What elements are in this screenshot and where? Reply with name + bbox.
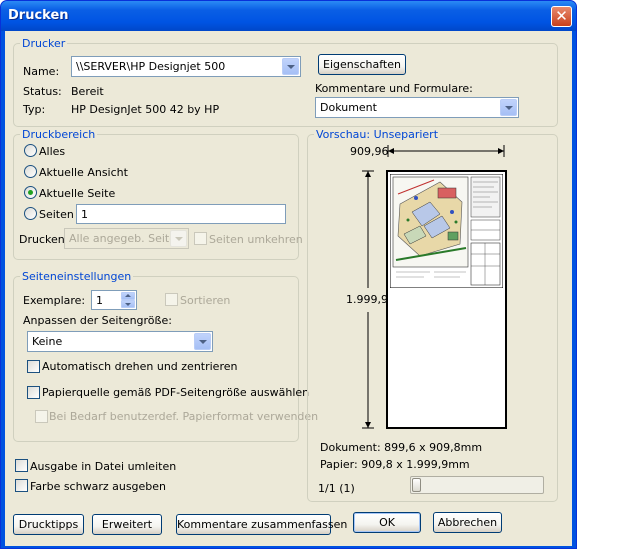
- print-subset-value: Alle angegeb. Seiten: [69, 232, 183, 245]
- print-subset-label: Drucken:: [19, 233, 69, 246]
- autorotate-label[interactable]: Automatisch drehen und zentrieren: [42, 360, 237, 373]
- ok-button[interactable]: OK: [353, 512, 421, 533]
- print-subset-select[interactable]: Alle angegeb. Seiten: [64, 228, 189, 249]
- print-dialog-window: Drucken ✕ Drucker Name: \\SERVER\HP Desi…: [0, 0, 577, 549]
- advanced-button[interactable]: Erweitert: [92, 514, 162, 535]
- print-black-checkbox[interactable]: [15, 479, 28, 492]
- status-label: Status:: [23, 85, 62, 98]
- chevron-down-icon[interactable]: [170, 230, 187, 247]
- pages-input[interactable]: 1: [76, 204, 286, 224]
- printer-name-value: \\SERVER\HP Designjet 500: [76, 60, 226, 73]
- radio-pages-label[interactable]: Seiten: [39, 208, 74, 221]
- page-setup-legend: Seiteneinstellungen: [20, 270, 134, 283]
- type-value: HP DesignJet 500 42 by HP: [71, 103, 220, 116]
- chevron-down-icon[interactable]: [282, 58, 299, 75]
- comments-forms-value: Dokument: [320, 101, 377, 114]
- preview-page: [386, 170, 507, 429]
- page-slider-thumb[interactable]: [412, 478, 421, 492]
- print-black-label[interactable]: Farbe schwarz ausgeben: [30, 480, 166, 493]
- paper-source-checkbox[interactable]: [27, 386, 40, 399]
- paper-size-text: Papier: 909,8 x 1.999,9mm: [320, 458, 470, 471]
- page-scaling-value: Keine: [32, 335, 63, 348]
- preview-width-dimension: [387, 145, 505, 157]
- copies-stepper[interactable]: 1: [91, 290, 137, 310]
- copies-label: Exemplare:: [23, 294, 86, 307]
- stepper-up-icon[interactable]: [121, 292, 135, 300]
- cancel-button[interactable]: Abbrechen: [433, 512, 502, 533]
- collate-label[interactable]: Sortieren: [180, 294, 230, 307]
- radio-current-view[interactable]: [24, 165, 37, 178]
- print-to-file-label[interactable]: Ausgabe in Datei umleiten: [30, 460, 176, 473]
- page-counter: 1/1 (1): [318, 482, 355, 495]
- comments-forms-label: Kommentare und Formulare:: [315, 82, 473, 95]
- summarize-comments-button[interactable]: Kommentare zusammenfassen: [176, 514, 347, 535]
- preview-plan-thumbnail: [390, 174, 503, 288]
- radio-current-page[interactable]: [24, 186, 37, 199]
- custom-paper-label[interactable]: Bei Bedarf benutzerdef. Papierformat ver…: [49, 410, 318, 423]
- document-size-text: Dokument: 899,6 x 909,8mm: [320, 441, 483, 454]
- dialog-client-area: Drucker Name: \\SERVER\HP Designjet 500 …: [5, 31, 572, 546]
- page-scaling-label: Anpassen der Seitengröße:: [23, 314, 172, 327]
- page-scaling-select[interactable]: Keine: [27, 331, 213, 352]
- reverse-pages-label[interactable]: Seiten umkehren: [209, 233, 303, 246]
- title-bar[interactable]: Drucken ✕: [1, 1, 576, 31]
- chevron-down-icon[interactable]: [194, 333, 211, 350]
- reverse-pages-checkbox[interactable]: [194, 232, 207, 245]
- preview-legend: Vorschau: Unsepariert: [314, 128, 441, 141]
- stepper-down-icon[interactable]: [121, 300, 135, 308]
- autorotate-checkbox[interactable]: [27, 360, 40, 373]
- printer-name-select[interactable]: \\SERVER\HP Designjet 500: [71, 56, 301, 77]
- radio-current-page-label[interactable]: Aktuelle Seite: [39, 187, 115, 200]
- window-title: Drucken: [8, 8, 69, 23]
- printer-name-label: Name:: [23, 65, 60, 78]
- paper-source-label[interactable]: Papierquelle gemäß PDF-Seitengröße auswä…: [42, 386, 309, 399]
- radio-all[interactable]: [24, 144, 37, 157]
- page-slider[interactable]: [410, 476, 544, 494]
- status-value: Bereit: [71, 85, 104, 98]
- copies-value: 1: [96, 294, 103, 307]
- comments-forms-select[interactable]: Dokument: [315, 97, 519, 118]
- radio-current-view-label[interactable]: Aktuelle Ansicht: [39, 166, 128, 179]
- print-to-file-checkbox[interactable]: [15, 459, 28, 472]
- custom-paper-checkbox[interactable]: [35, 410, 48, 423]
- chevron-down-icon[interactable]: [500, 99, 517, 116]
- type-label: Typ:: [23, 103, 46, 116]
- preview-width-value: 909,96: [350, 145, 389, 158]
- radio-pages[interactable]: [24, 207, 37, 220]
- preview-height-dimension: [362, 170, 374, 429]
- close-icon[interactable]: ✕: [551, 6, 572, 27]
- radio-all-label[interactable]: Alles: [39, 145, 65, 158]
- print-tips-button[interactable]: Drucktipps: [13, 514, 84, 535]
- pages-input-value: 1: [81, 208, 88, 221]
- collate-checkbox[interactable]: [165, 293, 178, 306]
- printer-group-legend: Drucker: [20, 37, 68, 50]
- print-range-legend: Druckbereich: [20, 128, 98, 141]
- properties-button[interactable]: Eigenschaften: [318, 54, 406, 75]
